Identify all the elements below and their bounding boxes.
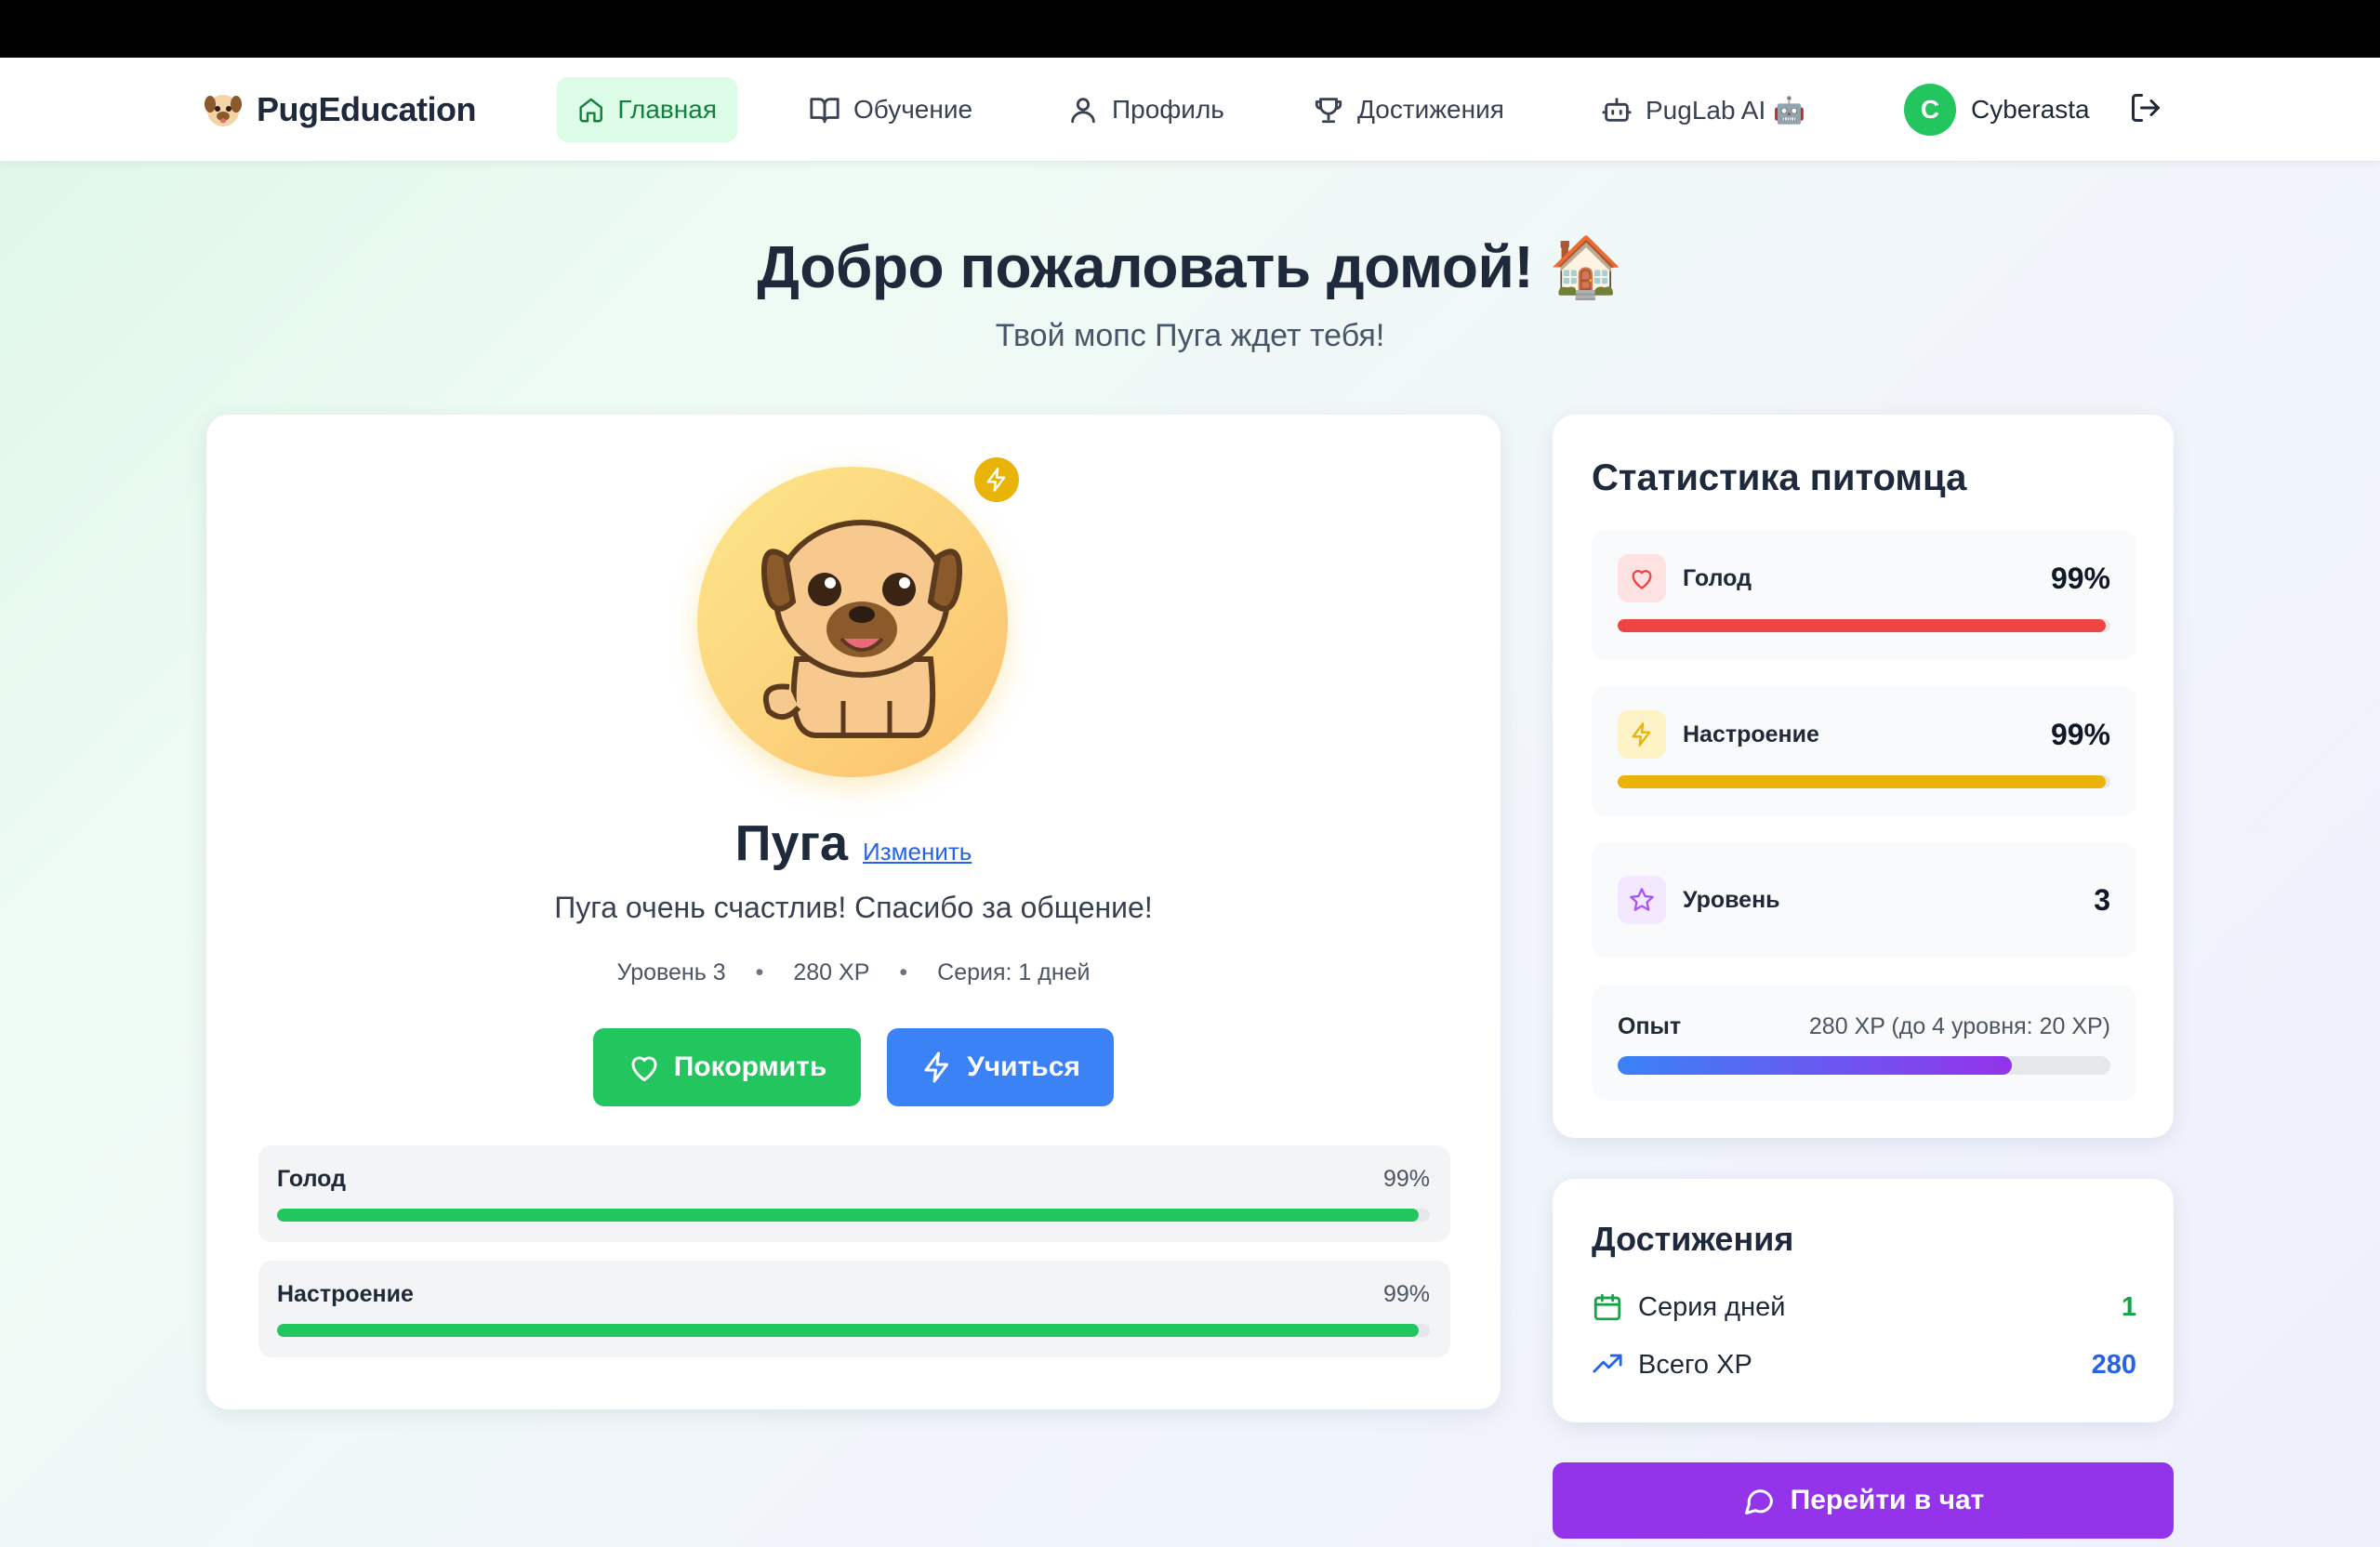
stat-value: 99% (1382, 1166, 1430, 1192)
achievement-value: 1 (2121, 1291, 2136, 1322)
stat-value: 99% (1382, 1281, 1430, 1307)
brand-name: PugEducation (257, 90, 477, 128)
feed-button-label: Покормить (673, 1051, 827, 1082)
pet-streak: Серия: 1 дней (937, 959, 1091, 985)
bolt-icon (1632, 722, 1651, 747)
bot-icon (1602, 98, 1632, 122)
page-title: Добро пожаловать домой! 🏠 (757, 233, 1623, 300)
mood-tile: Настроение 99% (1592, 686, 2136, 816)
avatar: C (1904, 84, 1956, 136)
stat-label: Настроение (277, 1281, 414, 1307)
tile-label: Настроение (1683, 721, 1819, 747)
energy-badge (971, 454, 1023, 506)
nav-item-label: Профиль (1112, 95, 1224, 124)
meta-separator: • (755, 959, 764, 985)
heart-icon (631, 1056, 657, 1081)
pet-level: Уровень 3 (616, 959, 726, 985)
level-tile: Уровень 3 (1592, 842, 2136, 958)
logout-icon[interactable] (2129, 91, 2162, 125)
rename-link[interactable]: Изменить (863, 838, 972, 866)
level-icon-box (1618, 876, 1666, 924)
mood-progress-fill (277, 1324, 1419, 1337)
nav-item-label: Достижения (1357, 95, 1504, 124)
nav-item-home[interactable]: Главная (557, 77, 737, 142)
stats-title: Статистика питомца (1592, 457, 1967, 498)
achievement-label: Серия дней (1638, 1291, 1786, 1322)
nav-item-label: Обучение (853, 95, 973, 124)
home-icon (579, 98, 602, 123)
hunger-progress-fill (277, 1209, 1419, 1222)
pet-meta: Уровень 3 • 280 XP • Серия: 1 дней (206, 959, 1501, 986)
hunger-tile: Голод 99% (1592, 530, 2136, 660)
star-icon (1630, 888, 1654, 911)
bolt-icon (986, 468, 1006, 492)
tile-value: 3 (2094, 883, 2110, 917)
xp-tile: Опыт 280 XP (до 4 уровня: 20 XP) (1592, 985, 2136, 1101)
calendar-icon (1593, 1293, 1621, 1321)
pet-hunger-stat: Голод 99% (258, 1145, 1450, 1242)
trending-up-icon (1593, 1354, 1622, 1373)
tile-label: Уровень (1683, 887, 1780, 913)
pet-avatar[interactable] (697, 467, 1008, 777)
window-top-strip (0, 0, 2380, 58)
progress-track (277, 1209, 1430, 1222)
bolt-icon (924, 1051, 949, 1083)
tile-label: Голод (1683, 565, 1752, 591)
trophy-icon (1315, 98, 1342, 124)
achievement-label: Всего XP (1638, 1349, 1752, 1380)
heart-icon (1632, 570, 1652, 589)
nav-item-learning[interactable]: Обучение (788, 77, 993, 142)
book-icon (810, 98, 840, 124)
mood-icon-box (1618, 710, 1666, 759)
progress-track (277, 1324, 1430, 1337)
user-name: Cyberasta (1971, 95, 2090, 124)
hunger-progress-fill (1618, 619, 2106, 632)
xp-progress-fill (1618, 1056, 2012, 1075)
achievement-row-streak: Серия дней 1 (1592, 1287, 2136, 1328)
chat-button-label: Перейти в чат (1790, 1485, 1985, 1515)
top-navigation: PugEducation Главная Обучение Профиль До… (0, 58, 2380, 162)
progress-track (1618, 619, 2110, 632)
pet-name-row: Пуга Изменить (206, 814, 1501, 872)
user-icon (1071, 98, 1095, 124)
learn-button[interactable]: Учиться (887, 1028, 1114, 1106)
pug-illustration-icon (761, 520, 962, 738)
mood-progress-fill (1618, 775, 2106, 788)
meta-separator: • (899, 959, 908, 985)
nav-item-label: PugLab AI 🤖 (1646, 95, 1805, 125)
brand-logo[interactable]: PugEducation (203, 58, 477, 162)
nav-item-puglab-ai[interactable]: PugLab AI 🤖 (1580, 77, 1826, 142)
pet-xp: 280 XP (793, 959, 870, 985)
tile-value: 99% (2050, 718, 2110, 751)
achievements-title: Достижения (1592, 1220, 1794, 1258)
progress-track (1618, 775, 2110, 788)
achievement-value: 280 (2091, 1349, 2136, 1380)
tile-value: 99% (2050, 562, 2110, 595)
pet-name: Пуга (734, 815, 849, 871)
xp-progress-text: 280 XP (до 4 уровня: 20 XP) (1808, 1013, 2110, 1039)
nav-item-achievements[interactable]: Достижения (1292, 77, 1525, 142)
pet-card: Пуга Изменить Пуга очень счастлив! Спаси… (206, 415, 1501, 1409)
user-menu[interactable]: C Cyberasta (1904, 77, 2090, 142)
pug-logo-icon (205, 95, 242, 126)
stat-label: Голод (277, 1166, 346, 1192)
hunger-icon-box (1618, 554, 1666, 602)
chat-bubble-icon (1744, 1489, 1773, 1514)
feed-button[interactable]: Покормить (593, 1028, 861, 1106)
pet-mood-message: Пуга очень счастлив! Спасибо за общение! (554, 891, 1153, 924)
go-to-chat-button[interactable]: Перейти в чат (1553, 1462, 2174, 1539)
learn-button-label: Учиться (967, 1051, 1080, 1082)
nav-item-profile[interactable]: Профиль (1047, 77, 1245, 142)
progress-track (1618, 1056, 2110, 1075)
nav-item-label: Главная (617, 95, 717, 124)
achievements-card: Достижения Серия дней 1 Всего XP 280 (1553, 1179, 2174, 1422)
page-subtitle: Твой мопс Пуга ждет тебя! (995, 318, 1385, 353)
tile-label: Опыт (1618, 1013, 1682, 1039)
pet-mood-stat: Настроение 99% (258, 1261, 1450, 1357)
achievement-row-total-xp: Всего XP 280 (1592, 1344, 2136, 1385)
pet-stats-card: Статистика питомца Голод 99% Настроение … (1553, 415, 2174, 1138)
